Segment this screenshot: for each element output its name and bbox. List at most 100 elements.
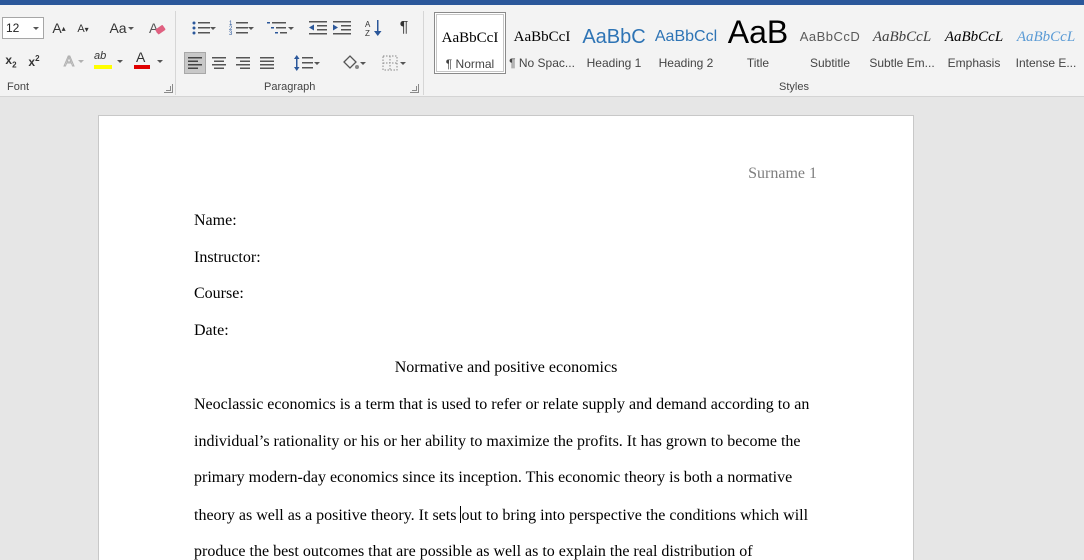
align-center-button[interactable] [208, 52, 230, 74]
group-divider [175, 11, 176, 95]
text-effects-icon: A [63, 52, 74, 70]
decrease-indent-button[interactable] [307, 17, 329, 39]
chevron-down-icon [400, 62, 406, 65]
style-no-spacing[interactable]: AaBbCcI ¶ No Spac... [506, 12, 578, 74]
paint-bucket-icon [343, 55, 359, 69]
body-line: theory as well as a positive theory. It … [194, 506, 808, 525]
sort-icon: A Z [365, 20, 382, 37]
chevron-down-icon [314, 62, 320, 65]
style-name: Heading 1 [586, 56, 642, 70]
style-preview: AaBbCcI [513, 29, 571, 45]
increase-indent-icon [333, 21, 351, 35]
borders-button[interactable] [372, 52, 408, 74]
course-field: Course: [194, 285, 244, 302]
superscript-button[interactable]: x2 [25, 51, 43, 71]
style-name: ¶ No Spac... [509, 56, 575, 70]
style-name: Subtitle [809, 56, 851, 70]
style-intense-emphasis[interactable]: AaBbCcL Intense E... [1010, 12, 1082, 74]
change-case-icon: Aa [109, 20, 127, 36]
svg-text:A: A [365, 20, 371, 29]
style-emphasis[interactable]: AaBbCcL Emphasis [938, 12, 1010, 74]
grow-font-icon: A [52, 20, 62, 36]
shrink-font-button[interactable]: A ▾ [74, 20, 92, 38]
svg-text:A: A [149, 20, 159, 36]
chevron-down-icon [360, 62, 366, 65]
style-normal[interactable]: AaBbCcI ¶ Normal [434, 12, 506, 74]
grow-font-button[interactable]: A ▴ [50, 18, 68, 38]
clear-formatting-button[interactable]: A [146, 18, 168, 38]
paragraph-group-label: Paragraph [264, 81, 316, 93]
font-size-value: 12 [6, 21, 20, 35]
subscript-button[interactable]: x2 [2, 51, 20, 71]
numbered-list-icon: 1 2 3 [229, 21, 248, 36]
chevron-down-icon [157, 60, 163, 63]
align-right-icon [236, 57, 250, 69]
style-heading-2[interactable]: AaBbCcl Heading 2 [650, 12, 722, 74]
style-preview: AaBbCcL [872, 29, 932, 45]
bullets-button[interactable] [184, 17, 218, 39]
body-line: Neoclassic economics is a term that is u… [194, 396, 810, 413]
style-name: Intense E... [1015, 56, 1077, 70]
name-field: Name: [194, 212, 237, 229]
align-center-icon [212, 57, 226, 69]
highlighter-icon: ab [94, 50, 107, 62]
line-spacing-button[interactable] [286, 52, 322, 74]
text-effects-button[interactable]: A [54, 51, 84, 71]
style-name: Title [746, 56, 770, 70]
font-dialog-launcher-icon[interactable] [164, 84, 173, 93]
body-line-text: theory as well as a positive theory. It … [194, 507, 461, 524]
date-field: Date: [194, 322, 229, 339]
font-color-swatch [134, 65, 150, 69]
align-left-icon [188, 57, 202, 69]
multilevel-list-button[interactable] [260, 17, 296, 39]
style-preview: AaBbCcL [944, 29, 1004, 45]
shading-button[interactable] [332, 52, 368, 74]
justify-button[interactable] [256, 52, 278, 74]
chevron-down-icon [78, 60, 84, 63]
style-name: Heading 2 [658, 56, 714, 70]
align-left-button[interactable] [184, 52, 206, 74]
font-size-combobox[interactable]: 12 [2, 17, 44, 39]
style-preview: AaBbCcL [1016, 29, 1076, 45]
shrink-font-icon: A [77, 23, 85, 35]
superscript-icon: x2 [28, 53, 40, 69]
document-page[interactable]: Surname 1 Name: Instructor: Course: Date… [98, 115, 914, 560]
line-spacing-icon [294, 55, 313, 71]
body-line: individual’s rationality or his or her a… [194, 433, 801, 450]
subscript-icon: x2 [5, 52, 17, 70]
paragraph-dialog-launcher-icon[interactable] [410, 84, 419, 93]
numbering-button[interactable]: 1 2 3 [222, 17, 256, 39]
body-line-text: out to bring into perspective the condit… [461, 507, 809, 524]
style-heading-1[interactable]: AaBbC Heading 1 [578, 12, 650, 74]
document-title: Normative and positive economics [394, 359, 618, 376]
font-group-label: Font [7, 81, 30, 93]
style-subtle-emphasis[interactable]: AaBbCcL Subtle Em... [866, 12, 938, 74]
change-case-button[interactable]: Aa [102, 18, 134, 38]
body-line: primary modern-day economics since its i… [194, 469, 793, 486]
style-title[interactable]: AaB Title [722, 12, 794, 74]
chevron-down-icon [288, 27, 294, 30]
group-divider [423, 11, 424, 95]
font-color-icon: A [136, 49, 146, 65]
style-preview: AaB [727, 14, 789, 50]
instructor-field: Instructor: [194, 249, 261, 266]
text-highlight-button[interactable]: ab [92, 50, 126, 72]
chevron-down-icon [248, 27, 254, 30]
ribbon: 12 A ▴ A ▾ Aa A x2 x2 A ab A Font 1 2 3 … [0, 5, 1084, 97]
increase-indent-button[interactable] [331, 17, 353, 39]
pilcrow-icon: ¶ [399, 19, 409, 36]
style-preview: AaBbCcl [654, 28, 718, 45]
font-color-button[interactable]: A [132, 49, 166, 72]
styles-group-label: Styles [779, 81, 809, 93]
borders-icon [382, 55, 398, 71]
show-formatting-marks-button[interactable]: ¶ [394, 17, 414, 39]
style-subtitle[interactable]: AaBbCcD Subtitle [794, 12, 866, 74]
align-right-button[interactable] [232, 52, 254, 74]
highlight-color-swatch [94, 65, 112, 69]
style-preview: AaBbCcD [799, 29, 861, 44]
multilevel-list-icon [267, 22, 287, 34]
style-name: Emphasis [947, 56, 1001, 70]
style-preview: AaBbC [582, 26, 646, 48]
chevron-down-icon [33, 27, 39, 30]
sort-button[interactable]: A Z [363, 17, 385, 39]
